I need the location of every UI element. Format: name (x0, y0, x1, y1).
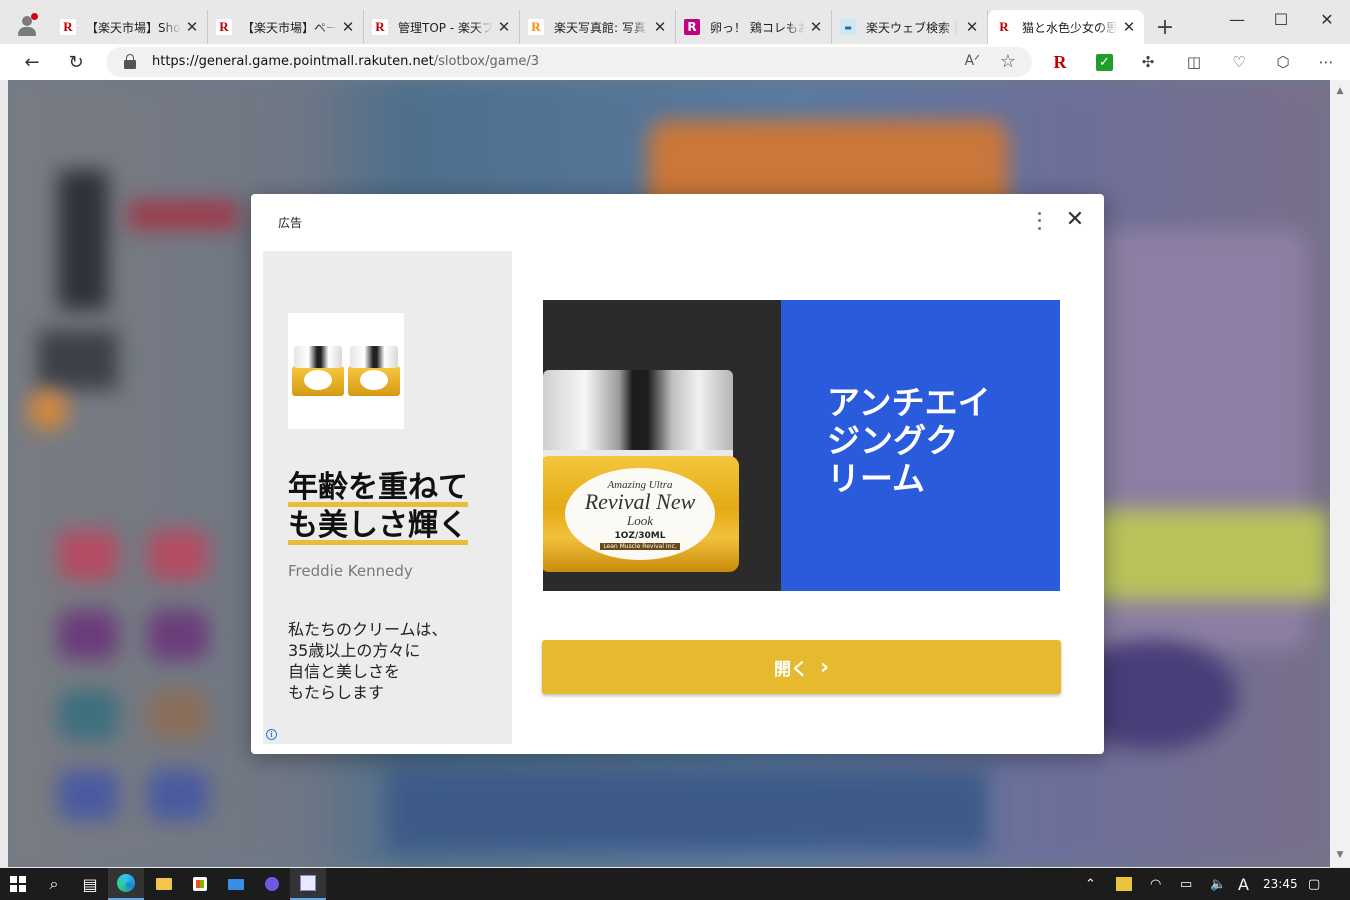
split-screen-icon[interactable]: ◫ (1184, 52, 1204, 72)
rakuten-app-icon[interactable] (290, 868, 326, 900)
volume-icon[interactable]: 🔈 (1210, 868, 1226, 900)
rakuten-pink-icon: R (684, 19, 700, 35)
close-window-button[interactable]: ✕ (1304, 6, 1350, 32)
maximize-button[interactable]: ☐ (1258, 6, 1304, 32)
browser-tab-strip: R 【楽天市場】Shopp ✕ R 【楽天市場】ページ ✕ R 管理TOP - … (0, 0, 1350, 44)
close-tab-icon[interactable]: ✕ (497, 18, 511, 36)
blurred-game-tile (58, 770, 118, 820)
product-photo: Amazing Ultra Revival New Look 1OZ/30ML … (543, 300, 781, 591)
ad-modal: 広告 ✕ 年齢を重ねて も美しさ輝く Freddie Kennedy 私たちのク… (251, 194, 1104, 754)
blurred-game-tile (148, 690, 208, 740)
store-icon[interactable] (182, 868, 218, 900)
open-button-label: 開く (773, 659, 808, 680)
ad-info-icon[interactable]: i (266, 729, 277, 740)
search-icon[interactable]: ⌕ (36, 868, 72, 900)
creative-text-panel: アンチエイ ジングク リーム (781, 300, 1060, 591)
cream-jar-icon (348, 346, 400, 396)
page-scrollbar[interactable]: ▲ ▼ (1330, 80, 1350, 867)
chevron-right-icon: › (819, 654, 830, 680)
close-tab-icon[interactable]: ✕ (185, 18, 199, 36)
minimize-button[interactable]: — (1214, 6, 1260, 32)
browser-tab[interactable]: R 管理TOP - 楽天ブ ✕ (364, 10, 520, 44)
close-tab-icon[interactable]: ✕ (1122, 18, 1136, 36)
browser-essentials-icon[interactable]: ♡ (1229, 52, 1249, 72)
close-tab-icon[interactable]: ✕ (653, 18, 667, 36)
advertiser-name: Freddie Kennedy (288, 562, 413, 580)
rakuten-photo-icon: R (528, 19, 544, 35)
close-tab-icon[interactable]: ✕ (809, 18, 823, 36)
web-search-icon: ▬ (840, 19, 856, 35)
blurred-game-tile (58, 610, 118, 660)
more-menu-icon[interactable]: ⋯ (1316, 52, 1336, 72)
blurred-figure (58, 170, 108, 310)
url-text[interactable]: https://general.game.pointmall.rakuten.n… (152, 54, 539, 69)
blurred-bottom-bar (388, 770, 988, 850)
rakuten-r-icon: R (372, 19, 388, 35)
ad-text-panel[interactable]: 年齢を重ねて も美しさ輝く Freddie Kennedy 私たちのクリームは、… (263, 251, 512, 744)
blurred-orb (28, 390, 68, 430)
browser-tab[interactable]: ▬ 楽天ウェブ検索｜楽 ✕ (832, 10, 988, 44)
back-arrow-icon[interactable]: ← (20, 50, 44, 74)
cream-jar-icon (292, 346, 344, 396)
notification-center-icon[interactable]: ▢ (1308, 868, 1320, 900)
read-aloud-icon[interactable]: Aᐟ (964, 53, 980, 69)
rakuten-r-icon: R (996, 19, 1012, 35)
scroll-up-arrow-icon[interactable]: ▲ (1334, 86, 1346, 96)
start-button[interactable] (0, 868, 36, 900)
windows-taskbar: ⌕ ▤ ⌃ ◠ ▭ 🔈 A 23:45 ▢ (0, 868, 1350, 900)
ad-headline[interactable]: 年齢を重ねて も美しさ輝く (288, 469, 508, 545)
taskbar-clock[interactable]: 23:45 (1263, 877, 1298, 891)
wifi-icon[interactable]: ◠ (1150, 868, 1161, 900)
favorite-star-icon[interactable]: ☆ (1000, 51, 1016, 72)
ad-description: 私たちのクリームは、 35歳以上の方々に 自信と美しさを もたらします (288, 620, 448, 702)
input-indicator[interactable]: A (1238, 868, 1249, 900)
copilot-icon[interactable]: ⬡ (1273, 52, 1293, 72)
rakuten-r-icon: R (216, 19, 232, 35)
blurred-game-tile (58, 530, 118, 580)
mail-icon[interactable] (218, 868, 254, 900)
blurred-game-tile (148, 770, 208, 820)
extensions-puzzle-icon[interactable]: ✣ (1138, 52, 1158, 72)
checkmark-extension-icon[interactable]: ✓ (1096, 54, 1113, 71)
rakuten-r-icon: R (60, 19, 76, 35)
ad-label: 広告 (278, 216, 303, 230)
new-tab-button[interactable]: + (1150, 10, 1180, 44)
product-thumbnail[interactable] (288, 313, 404, 429)
browser-toolbar: ← ↻ https://general.game.pointmall.rakut… (0, 44, 1350, 80)
show-hidden-icons-chevron-icon[interactable]: ⌃ (1085, 868, 1096, 900)
media-player-icon[interactable] (254, 868, 290, 900)
close-ad-icon[interactable]: ✕ (1063, 208, 1087, 232)
browser-tab[interactable]: R 【楽天市場】ページ ✕ (208, 10, 364, 44)
task-view-icon[interactable]: ▤ (72, 868, 108, 900)
blurred-game-tile (148, 530, 208, 580)
file-explorer-icon[interactable] (146, 868, 182, 900)
browser-tab[interactable]: R 楽天写真館: 写真 ✕ (520, 10, 676, 44)
browser-tab[interactable]: R 【楽天市場】Shopp ✕ (52, 10, 208, 44)
close-tab-icon[interactable]: ✕ (341, 18, 355, 36)
ad-creative-image[interactable]: Amazing Ultra Revival New Look 1OZ/30ML … (543, 300, 1060, 591)
tab-list: R 【楽天市場】Shopp ✕ R 【楽天市場】ページ ✕ R 管理TOP - … (52, 10, 1180, 44)
blurred-title (128, 200, 238, 230)
windows-logo-icon (10, 876, 26, 892)
tray-app-icon[interactable] (1116, 868, 1132, 900)
browser-tab[interactable]: R 卵っ！ 鶏コレもお気 ✕ (676, 10, 832, 44)
battery-icon[interactable]: ▭ (1180, 868, 1192, 900)
browser-tab-active[interactable]: R 猫と水色少女の思 ✕ (988, 10, 1144, 44)
scroll-down-arrow-icon[interactable]: ▼ (1334, 850, 1346, 860)
edge-taskbar-icon[interactable] (108, 868, 144, 900)
lock-icon[interactable] (124, 54, 136, 69)
ad-options-menu-icon[interactable] (1031, 210, 1047, 232)
close-tab-icon[interactable]: ✕ (965, 18, 979, 36)
refresh-icon[interactable]: ↻ (64, 50, 88, 74)
profile-avatar-icon[interactable] (16, 13, 38, 36)
blurred-game-tile (148, 610, 208, 660)
open-ad-button[interactable]: 開く › (542, 640, 1061, 694)
rakuten-extension-icon[interactable]: R (1050, 52, 1070, 72)
cream-jar-image: Amazing Ultra Revival New Look 1OZ/30ML … (543, 370, 739, 572)
address-bar[interactable]: https://general.game.pointmall.rakuten.n… (106, 47, 1032, 77)
blurred-side-strip (1088, 510, 1328, 600)
blurred-block (38, 330, 118, 390)
blurred-game-tile (58, 690, 118, 740)
creative-headline: アンチエイ ジングク リーム (827, 383, 991, 498)
